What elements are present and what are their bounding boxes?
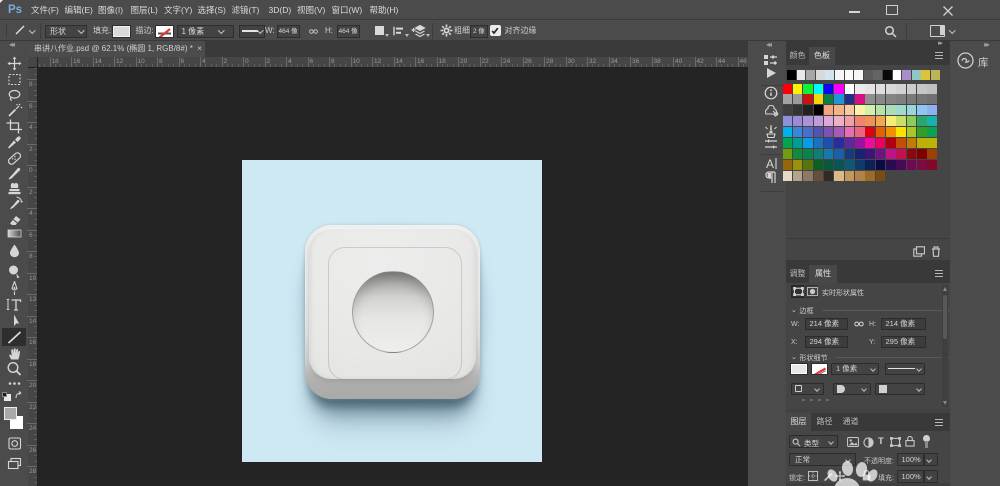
svg-text:A: A <box>766 157 774 170</box>
